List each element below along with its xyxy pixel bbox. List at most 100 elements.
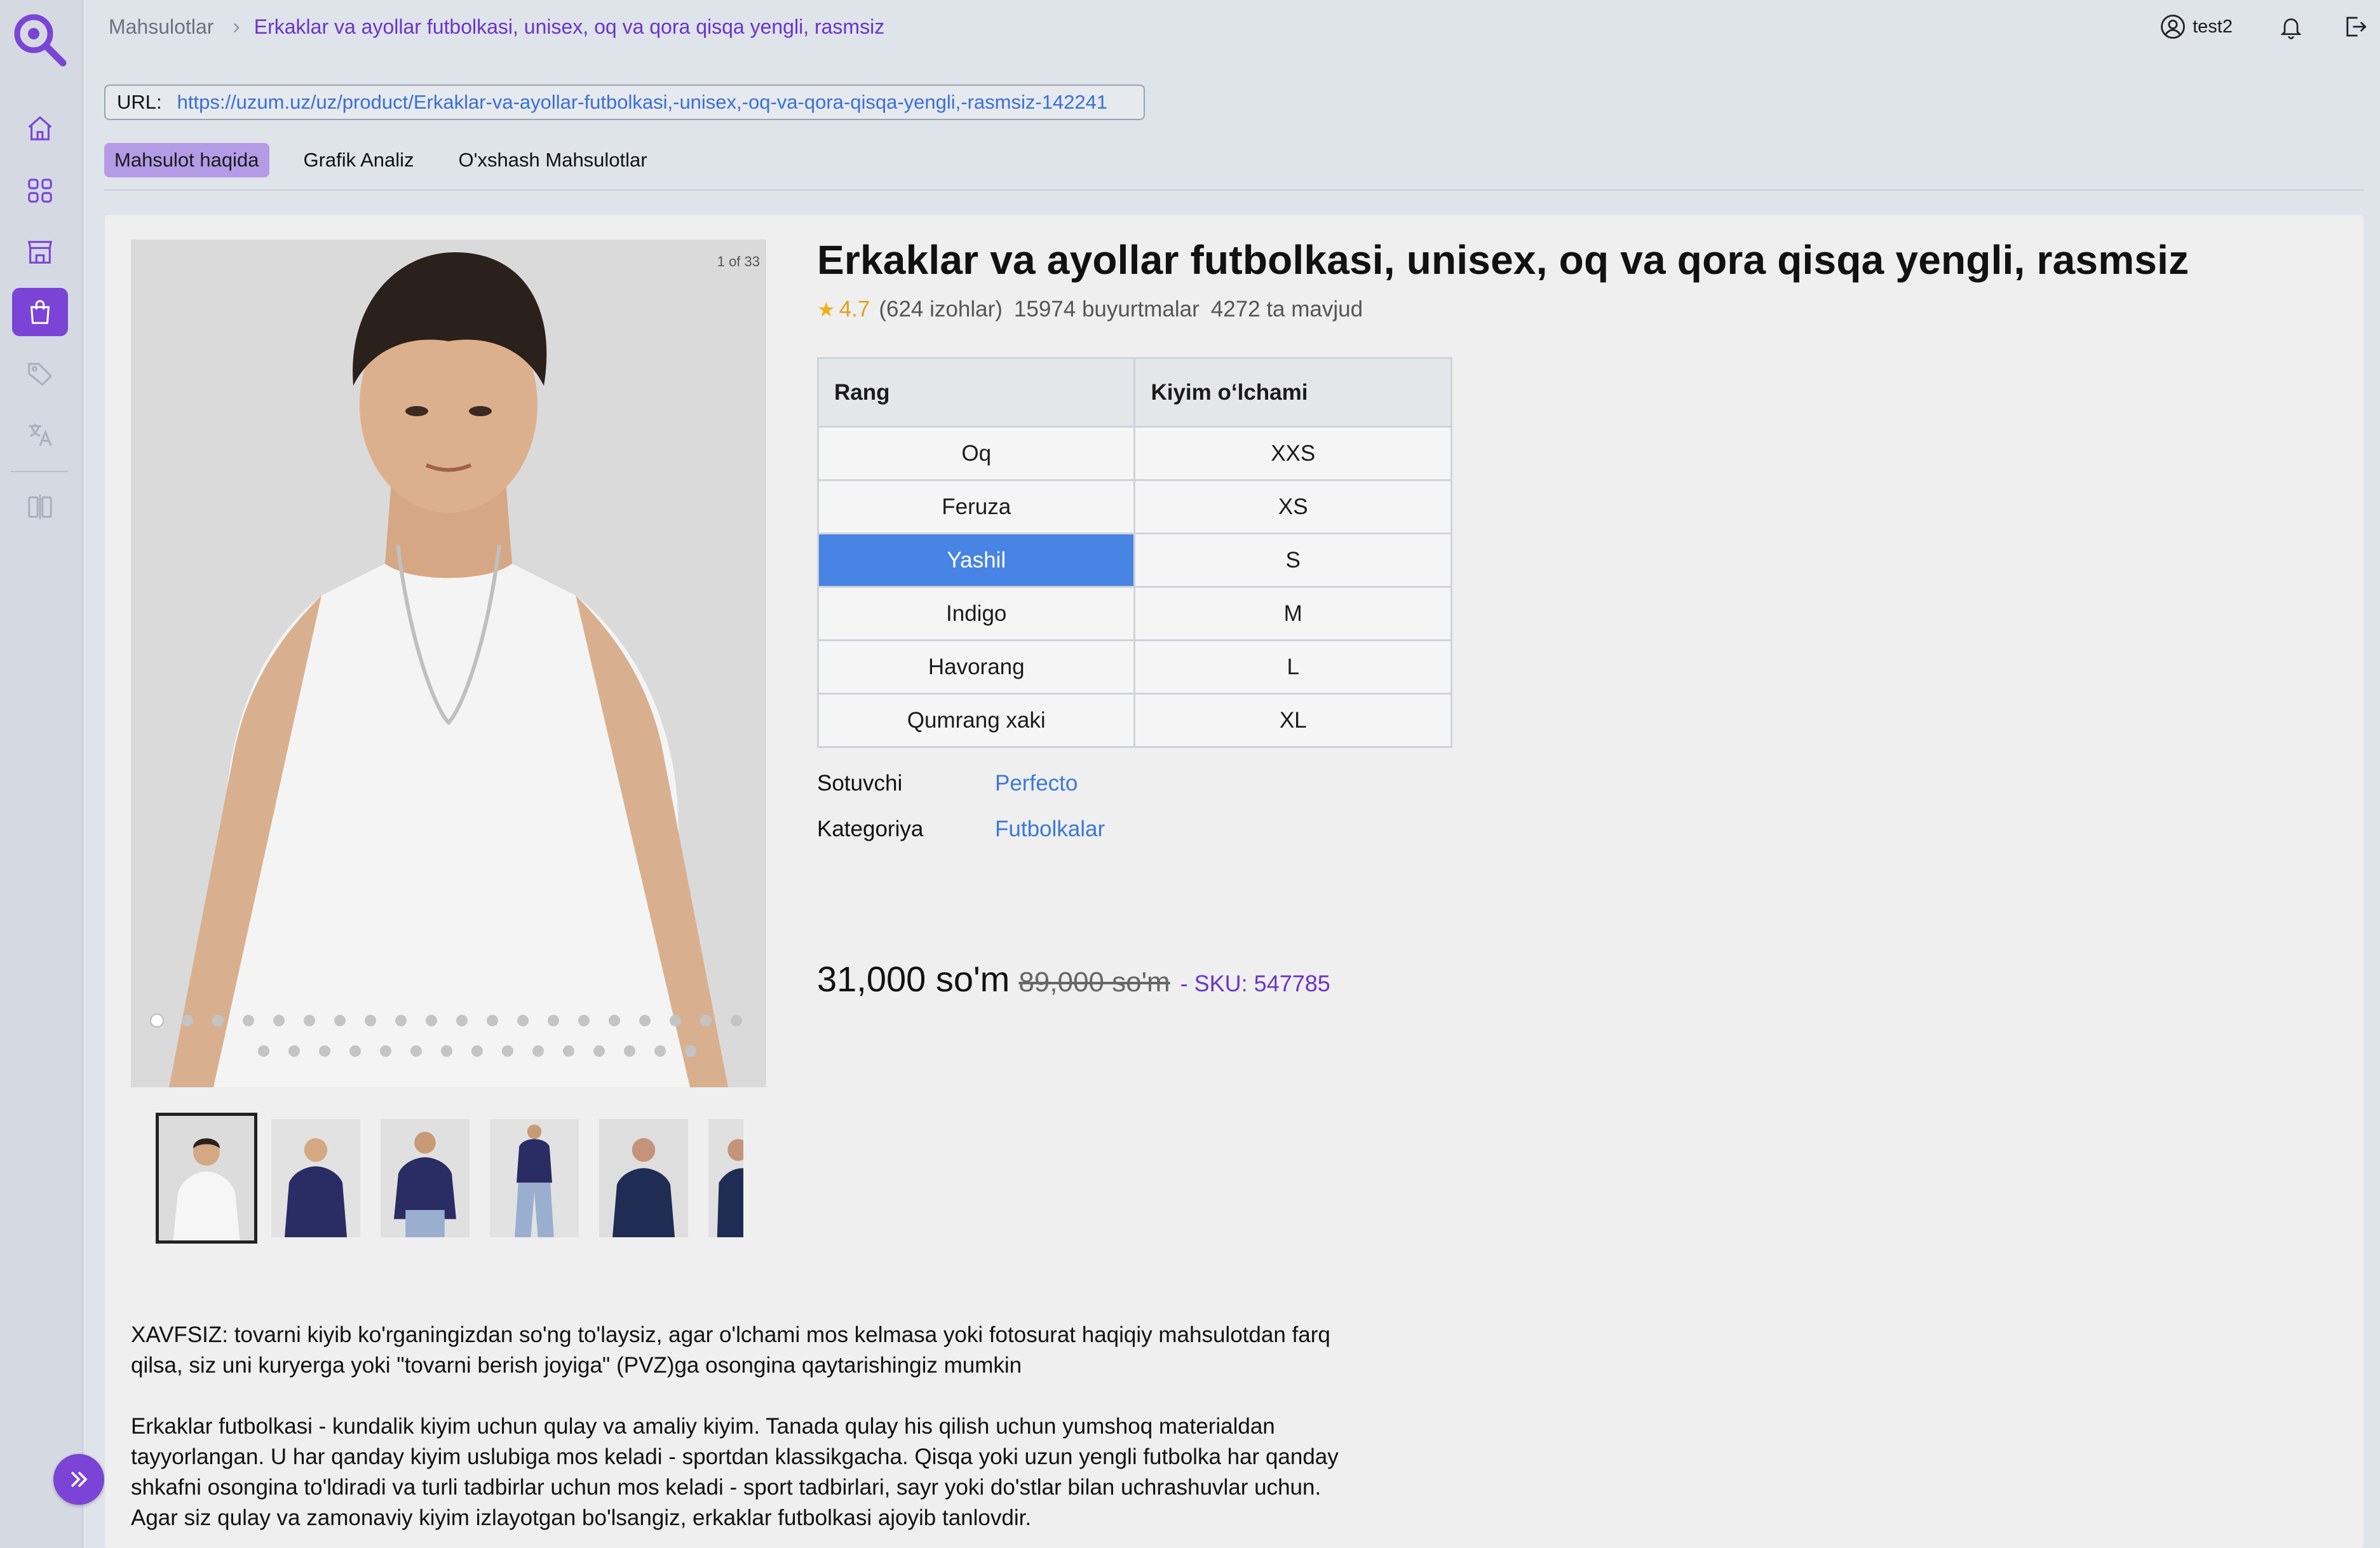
description-line: Erkaklar futbolkasi - kundalik kiyim uch… <box>131 1414 1275 1439</box>
carousel-dot[interactable] <box>288 1045 300 1057</box>
carousel-dot[interactable] <box>487 1015 498 1026</box>
store-icon[interactable] <box>12 227 68 276</box>
tag-icon[interactable] <box>12 350 68 398</box>
carousel-dot[interactable] <box>548 1015 559 1026</box>
url-link[interactable]: https://uzum.uz/uz/product/Erkaklar-va-a… <box>177 91 1108 114</box>
carousel-dot[interactable] <box>654 1045 666 1057</box>
variants-table: Rang Kiyim oʻlchami Oq XXS Feruza XS Yas… <box>816 357 1452 748</box>
category-label: Kategoriya <box>817 817 924 841</box>
size-option[interactable]: S <box>1133 533 1452 588</box>
thumbnail[interactable] <box>708 1119 743 1237</box>
old-price: 89,000 so'm <box>1018 967 1170 998</box>
carousel-dot[interactable] <box>410 1045 422 1057</box>
carousel-dot[interactable] <box>700 1015 712 1026</box>
carousel-dot[interactable] <box>365 1015 376 1026</box>
carousel-dot[interactable] <box>502 1045 513 1057</box>
size-option[interactable]: XXS <box>1133 426 1452 481</box>
thumbnail[interactable] <box>490 1119 579 1237</box>
product-main-image[interactable]: 1 of 33 <box>131 240 766 1087</box>
seller-link[interactable]: Perfecto <box>995 771 1078 796</box>
shopping-bag-icon[interactable] <box>12 288 68 336</box>
description-line: Agar siz qulay va zamonaviy kiyim izlayo… <box>131 1505 1032 1530</box>
reviews-count: (624 izohlar) <box>879 297 1003 322</box>
size-option[interactable]: L <box>1133 639 1452 695</box>
color-option[interactable]: Havorang <box>816 639 1136 695</box>
description-line: tayyorlangan. U har qanday kiyim uslubig… <box>131 1444 1339 1469</box>
carousel-dot[interactable] <box>319 1045 330 1057</box>
carousel-dot[interactable] <box>456 1015 468 1026</box>
carousel-dot[interactable] <box>426 1015 437 1026</box>
carousel-dot[interactable] <box>258 1045 269 1057</box>
table-row: Oq XXS <box>816 426 1452 481</box>
logo-search-icon[interactable] <box>11 11 68 68</box>
color-option[interactable]: Feruza <box>816 479 1136 534</box>
grid-icon[interactable] <box>12 166 68 215</box>
seller-label: Sotuvchi <box>817 771 903 796</box>
tabs: Mahsulot haqida Grafik Analiz O'xshash M… <box>104 143 682 177</box>
rating-value: 4.7 <box>839 297 870 322</box>
description-line: qilsa, siz uni kuryerga yoki "tovarni be… <box>131 1353 1022 1378</box>
bell-icon[interactable] <box>2278 14 2304 39</box>
table-row: Feruza XS <box>816 479 1452 534</box>
user-menu[interactable]: test2 <box>2160 13 2233 40</box>
carousel-dot[interactable] <box>731 1015 742 1026</box>
seller-row: Sotuvchi Perfecto <box>817 771 1078 796</box>
category-row: Kategoriya Futbolkalar <box>817 817 1105 842</box>
carousel-dot[interactable] <box>593 1045 605 1057</box>
thumbnail[interactable] <box>599 1119 688 1237</box>
thumbnail[interactable] <box>156 1113 257 1244</box>
image-counter: 1 of 33 <box>717 254 760 269</box>
description-paragraph-1: XAVFSIZ: tovarni kiyib ko'rganingizdan s… <box>131 1320 1414 1381</box>
carousel-dot[interactable] <box>182 1015 193 1026</box>
home-icon[interactable] <box>12 104 68 153</box>
carousel-dot[interactable] <box>273 1015 285 1026</box>
username: test2 <box>2193 16 2233 37</box>
carousel-dot[interactable] <box>380 1045 391 1057</box>
breadcrumb-current[interactable]: Erkaklar va ayollar futbolkasi, unisex, … <box>254 15 884 39</box>
breadcrumb-root[interactable]: Mahsulotlar <box>109 15 213 39</box>
compare-icon[interactable] <box>12 483 68 531</box>
tab-similar-products[interactable]: O'xshash Mahsulotlar <box>449 143 658 177</box>
thumbnail[interactable] <box>381 1119 470 1237</box>
carousel-dot[interactable] <box>609 1015 620 1026</box>
color-option[interactable]: Oq <box>816 426 1136 481</box>
carousel-dot[interactable] <box>532 1045 544 1057</box>
logout-icon[interactable] <box>2342 13 2369 40</box>
carousel-dot[interactable] <box>151 1015 163 1026</box>
carousel-dot[interactable] <box>304 1015 315 1026</box>
table-row: Qumrang xaki XL <box>816 693 1452 748</box>
carousel-dot[interactable] <box>243 1015 254 1026</box>
color-option[interactable]: Indigo <box>816 586 1136 641</box>
breadcrumb: Mahsulotlar › Erkaklar va ayollar futbol… <box>109 14 884 39</box>
size-option[interactable]: XL <box>1133 693 1452 748</box>
carousel-dot[interactable] <box>441 1045 452 1057</box>
carousel-dot[interactable] <box>685 1045 696 1057</box>
size-option[interactable]: M <box>1133 586 1452 641</box>
carousel-dot[interactable] <box>517 1015 529 1026</box>
orders-count: 15974 buyurtmalar <box>1013 297 1200 322</box>
carousel-dot[interactable] <box>334 1015 346 1026</box>
carousel-dot[interactable] <box>578 1015 590 1026</box>
color-option-selected[interactable]: Yashil <box>816 533 1136 588</box>
table-row: Indigo M <box>816 586 1452 641</box>
carousel-dot[interactable] <box>471 1045 483 1057</box>
color-column-header: Rang <box>816 357 1136 428</box>
tab-chart-analysis[interactable]: Grafik Analiz <box>294 143 424 177</box>
carousel-dot[interactable] <box>639 1015 651 1026</box>
carousel-dot[interactable] <box>349 1045 361 1057</box>
tab-product-info[interactable]: Mahsulot haqida <box>104 143 269 177</box>
carousel-dot[interactable] <box>624 1045 635 1057</box>
color-option[interactable]: Qumrang xaki <box>816 693 1136 748</box>
thumbnail[interactable] <box>271 1119 360 1237</box>
expand-sidebar-button[interactable] <box>53 1454 104 1505</box>
carousel-dot[interactable] <box>563 1045 574 1057</box>
description-line: shkafni osongina to'ldiradi va turli tad… <box>131 1475 1322 1500</box>
size-option[interactable]: XS <box>1133 479 1452 534</box>
stock-count: 4272 ta mavjud <box>1210 297 1363 322</box>
carousel-dot[interactable] <box>212 1015 224 1026</box>
carousel-dot[interactable] <box>670 1015 681 1026</box>
category-link[interactable]: Futbolkalar <box>995 817 1105 842</box>
sidebar <box>0 0 83 1548</box>
carousel-dot[interactable] <box>395 1015 407 1026</box>
translate-icon[interactable] <box>12 411 68 459</box>
